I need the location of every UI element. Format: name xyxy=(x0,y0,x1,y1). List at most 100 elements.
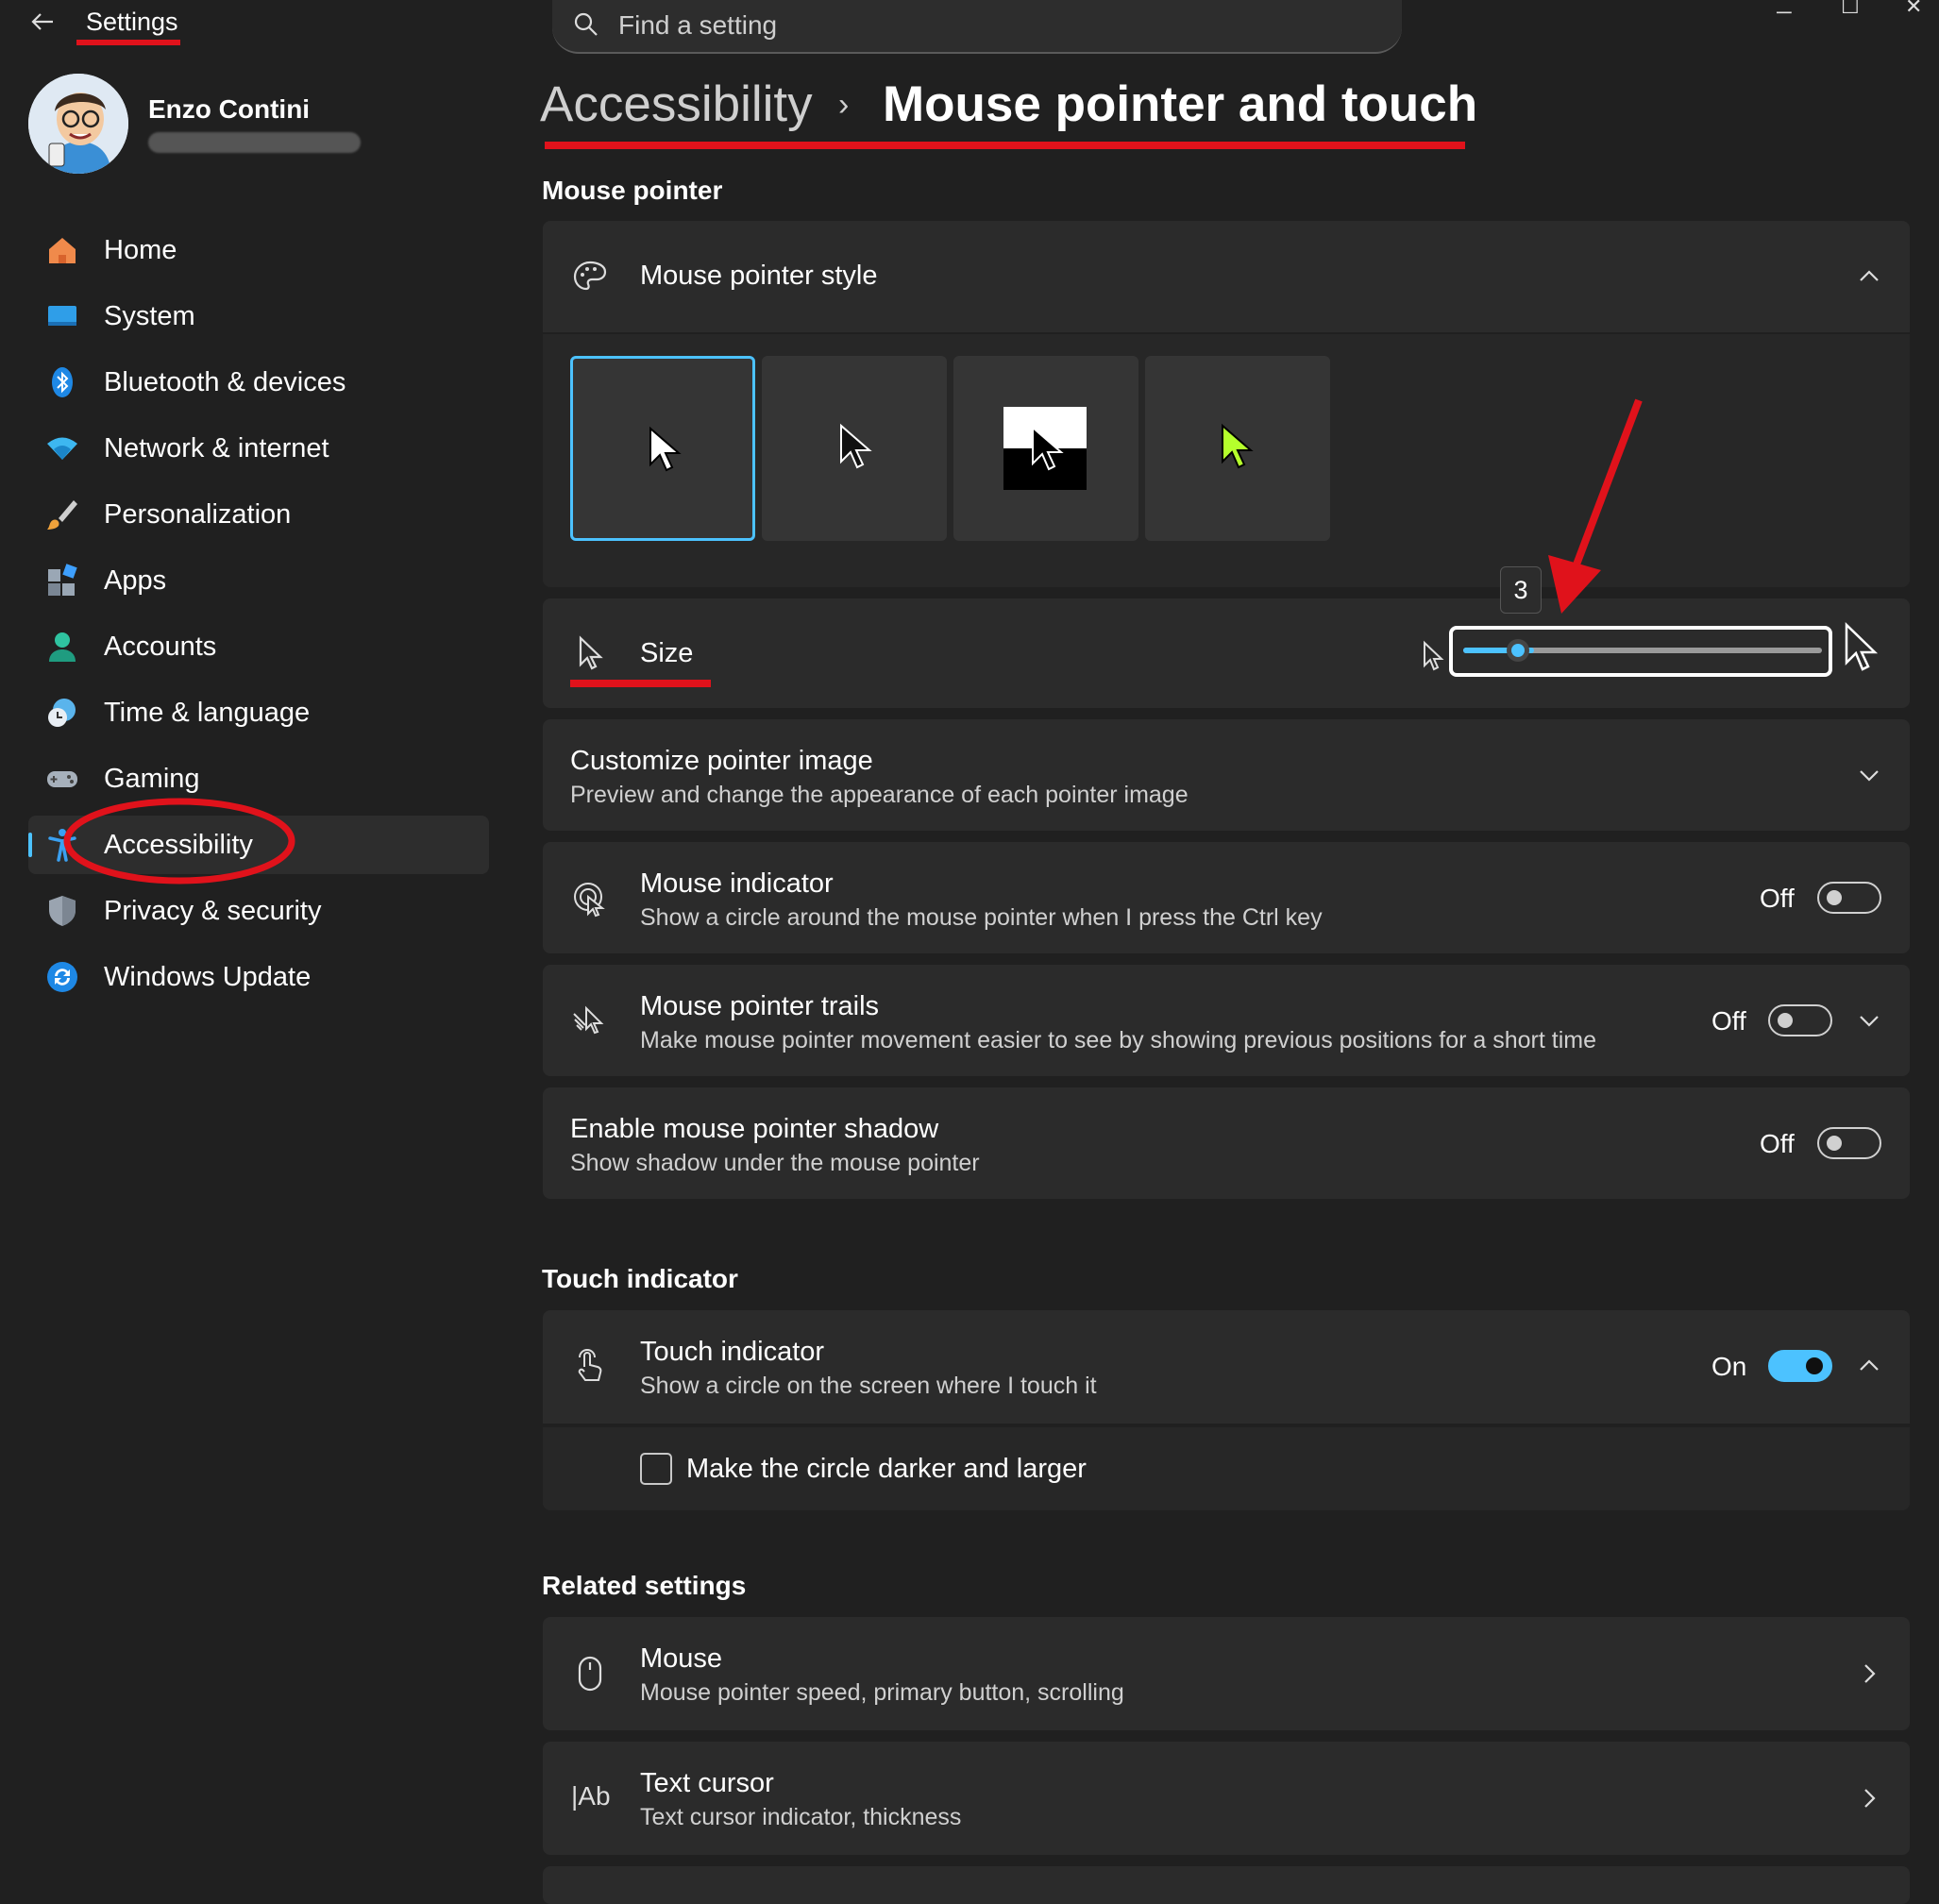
pointer-shadow-row: Enable mouse pointer shadow Show shadow … xyxy=(543,1087,1910,1199)
sidebar-item-label: Time & language xyxy=(104,697,311,728)
selection-indicator xyxy=(28,833,32,857)
text-cursor-icon: |Ab xyxy=(571,1781,611,1811)
sidebar-item-label: Accounts xyxy=(104,631,217,662)
customize-pointer-subtitle: Preview and change the appearance of eac… xyxy=(570,782,1189,808)
sidebar-item-label: Windows Update xyxy=(104,961,312,992)
large-pointer-icon xyxy=(1845,622,1879,671)
gamepad-icon xyxy=(43,760,81,798)
touch-indicator-toggle[interactable] xyxy=(1768,1350,1832,1382)
section-heading-related: Related settings xyxy=(542,1571,747,1600)
pointer-trails-subtitle: Make mouse pointer movement easier to se… xyxy=(640,1027,1596,1053)
app-title: Settings xyxy=(86,8,178,36)
pointer-size-title: Size xyxy=(640,638,694,668)
chevron-up-icon[interactable] xyxy=(1857,1354,1881,1378)
sidebar-item-label: System xyxy=(104,300,195,331)
pointer-style-white[interactable] xyxy=(570,356,755,541)
mouse-indicator-toggle[interactable] xyxy=(1817,882,1881,914)
pointer-style-custom[interactable] xyxy=(1145,356,1330,541)
related-text-cursor-title: Text cursor xyxy=(640,1768,774,1798)
close-button[interactable]: ✕ xyxy=(1905,0,1922,19)
annotation-underline-title xyxy=(545,142,1465,149)
bluetooth-icon xyxy=(43,363,81,401)
chevron-down-icon[interactable] xyxy=(1857,1008,1881,1033)
customize-pointer-image-row[interactable]: Customize pointer image Preview and chan… xyxy=(543,719,1910,831)
brush-icon xyxy=(43,496,81,533)
clock-globe-icon xyxy=(43,694,81,732)
sidebar-item-label: Privacy & security xyxy=(104,895,322,926)
black-pointer-icon xyxy=(840,423,872,469)
user-name: Enzo Contini xyxy=(148,94,311,124)
sidebar-item-network[interactable]: Network & internet xyxy=(28,419,489,478)
sidebar-item-label: Gaming xyxy=(104,763,200,794)
search-box[interactable] xyxy=(552,0,1402,54)
inverted-pointer-icon xyxy=(1032,425,1064,471)
search-input[interactable] xyxy=(616,8,1357,43)
touch-indicator-row: Touch indicator Show a circle on the scr… xyxy=(543,1310,1910,1424)
avatar-caricature-icon xyxy=(28,74,128,174)
system-icon xyxy=(43,297,81,335)
sidebar-item-apps[interactable]: Apps xyxy=(28,551,489,610)
mouse-indicator-icon xyxy=(574,883,605,918)
breadcrumb-separator: › xyxy=(838,87,850,123)
shield-icon xyxy=(43,892,81,930)
touch-hand-icon xyxy=(578,1349,602,1381)
sidebar-item-label: Apps xyxy=(104,564,167,596)
sidebar-item-time-language[interactable]: Time & language xyxy=(28,683,489,742)
small-pointer-icon xyxy=(1424,640,1444,671)
touch-darker-label[interactable]: Make the circle darker and larger xyxy=(686,1454,1087,1485)
sidebar-item-label: Home xyxy=(104,234,177,265)
pointer-shadow-subtitle: Show shadow under the mouse pointer xyxy=(570,1150,980,1176)
pointer-style-inverted[interactable] xyxy=(953,356,1138,541)
mouse-icon xyxy=(578,1656,602,1692)
touch-indicator-title: Touch indicator xyxy=(640,1337,825,1367)
sidebar-item-accounts[interactable]: Accounts xyxy=(28,617,489,676)
home-icon xyxy=(43,231,81,269)
sidebar-item-label: Personalization xyxy=(104,498,292,530)
related-mouse-row[interactable]: Mouse Mouse pointer speed, primary butto… xyxy=(543,1617,1910,1730)
annotation-circle-accessibility xyxy=(63,798,295,885)
mouse-pointer-style-title: Mouse pointer style xyxy=(640,261,878,291)
back-arrow-icon xyxy=(31,13,53,30)
annotation-underline-size xyxy=(570,680,711,687)
sidebar-item-bluetooth[interactable]: Bluetooth & devices xyxy=(28,353,489,412)
touch-darker-row: Make the circle darker and larger xyxy=(543,1427,1910,1510)
related-text-cursor-row[interactable]: |Ab Text cursor Text cursor indicator, t… xyxy=(543,1742,1910,1855)
pointer-style-black[interactable] xyxy=(762,356,947,541)
chevron-down-icon[interactable] xyxy=(1857,763,1881,787)
chevron-right-icon xyxy=(1864,1789,1876,1808)
pointer-trails-toggle[interactable] xyxy=(1768,1004,1832,1036)
annotation-arrow xyxy=(1548,398,1643,614)
sidebar-item-home[interactable]: Home xyxy=(28,221,489,279)
maximize-button[interactable]: ☐ xyxy=(1841,0,1860,19)
size-slider-thumb[interactable] xyxy=(1507,639,1529,662)
mouse-indicator-title: Mouse indicator xyxy=(640,868,834,899)
breadcrumb-parent[interactable]: Accessibility xyxy=(540,76,813,133)
pointer-shadow-state: Off xyxy=(1760,1129,1795,1158)
sidebar-item-privacy[interactable]: Privacy & security xyxy=(28,882,489,940)
back-button[interactable] xyxy=(28,8,60,36)
sidebar-item-system[interactable]: System xyxy=(28,287,489,345)
pointer-trails-icon xyxy=(573,1005,604,1035)
palette-icon xyxy=(573,261,607,291)
related-next-row-partial[interactable] xyxy=(543,1866,1910,1904)
pointer-shadow-title: Enable mouse pointer shadow xyxy=(570,1114,939,1144)
avatar[interactable] xyxy=(28,74,128,174)
page-title: Mouse pointer and touch xyxy=(883,76,1478,132)
sidebar-item-windows-update[interactable]: Windows Update xyxy=(28,948,489,1006)
wifi-icon xyxy=(43,430,81,467)
touch-indicator-subtitle: Show a circle on the screen where I touc… xyxy=(640,1373,1097,1399)
minimize-button[interactable]: ─ xyxy=(1777,0,1792,25)
mouse-pointer-trails-row: Mouse pointer trails Make mouse pointer … xyxy=(543,965,1910,1076)
section-heading-mouse-pointer: Mouse pointer xyxy=(542,176,723,205)
search-icon xyxy=(574,12,598,36)
touch-indicator-state: On xyxy=(1711,1352,1747,1381)
mouse-indicator-subtitle: Show a circle around the mouse pointer w… xyxy=(640,904,1323,931)
mouse-pointer-style-header[interactable]: Mouse pointer style xyxy=(543,221,1910,332)
pointer-outline-icon xyxy=(579,635,603,670)
sidebar-item-personalization[interactable]: Personalization xyxy=(28,485,489,544)
white-pointer-icon xyxy=(649,426,682,472)
sidebar-item-label: Network & internet xyxy=(104,432,329,463)
chevron-up-icon[interactable] xyxy=(1857,264,1881,289)
touch-darker-checkbox[interactable] xyxy=(640,1453,672,1485)
pointer-shadow-toggle[interactable] xyxy=(1817,1127,1881,1159)
